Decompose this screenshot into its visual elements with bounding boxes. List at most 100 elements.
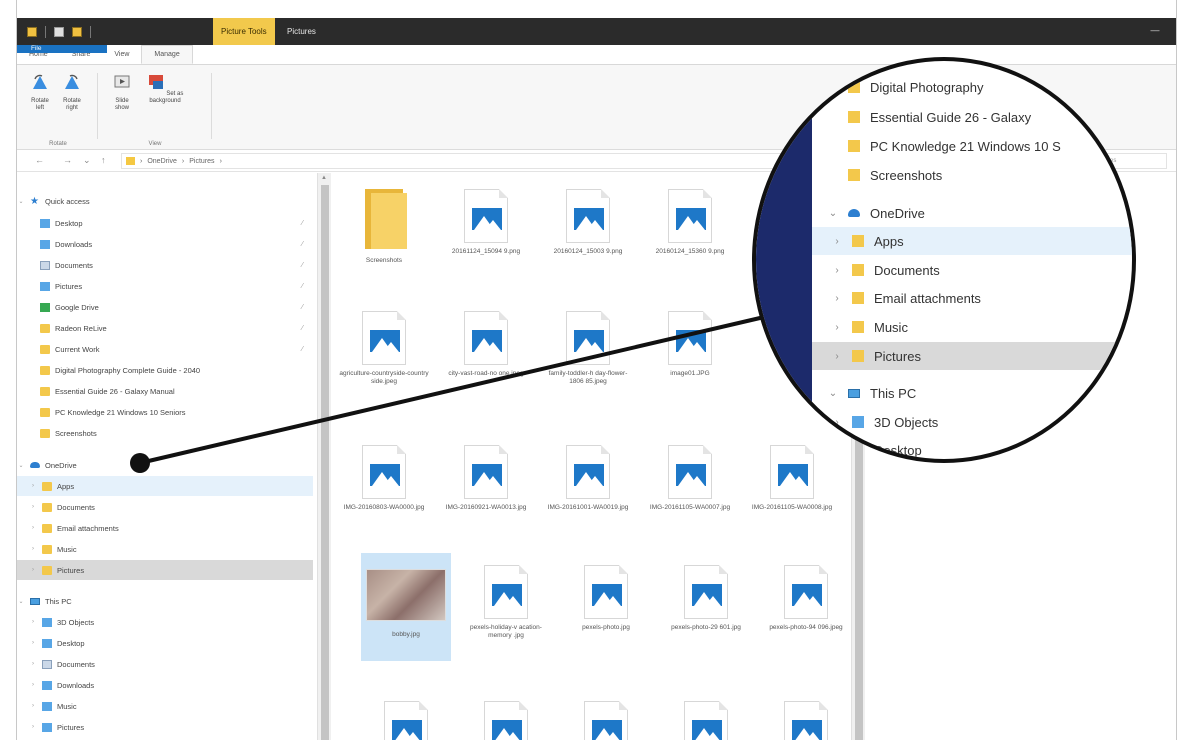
sidebar-item-pc-knowledge[interactable]: PC Knowledge 21 Windows 10 Seniors: [17, 402, 313, 422]
chevron-down-icon[interactable]: ⌄: [17, 462, 25, 469]
sidebar-item-onedrive-documents[interactable]: › Documents: [17, 497, 313, 517]
sidebar-item-pc-pictures[interactable]: › Pictures: [17, 717, 313, 737]
file-item[interactable]: [561, 701, 651, 740]
file-item[interactable]: IMG-20160803-WA0000.jpg: [339, 445, 429, 512]
file-item[interactable]: 20160124_15360 9.png: [645, 189, 735, 256]
scrollbar-thumb[interactable]: [321, 185, 329, 740]
file-item[interactable]: agriculture-countryside-country side.jpe…: [339, 311, 429, 386]
pin-icon[interactable]: ⁄: [302, 346, 303, 353]
file-item[interactable]: pexels-photo-29 601.jpg: [661, 565, 751, 632]
forward-button[interactable]: →: [63, 155, 72, 165]
quick-access-node[interactable]: ⌄ ★ Quick access: [17, 191, 313, 211]
sidebar-item-radeon-relive[interactable]: Radeon ReLive ⁄: [17, 318, 313, 338]
sidebar-item-onedrive-pictures[interactable]: › Pictures: [17, 560, 313, 580]
file-item[interactable]: 20160124_15003 9.png: [543, 189, 633, 256]
rotate-right-button[interactable]: Rotate right: [59, 73, 85, 112]
file-item[interactable]: [761, 701, 851, 740]
file-item[interactable]: pexels-photo.jpg: [561, 565, 651, 632]
image-file-icon: [784, 565, 828, 619]
pin-icon[interactable]: ⁄: [302, 304, 303, 311]
path-segment-onedrive[interactable]: OneDrive: [147, 158, 177, 165]
set-as-background-button[interactable]: Set as background: [145, 73, 185, 105]
this-pc-node[interactable]: ⌄ This PC: [17, 591, 313, 611]
file-item[interactable]: [661, 701, 751, 740]
chevron-right-icon[interactable]: ›: [29, 661, 37, 667]
chevron-right-icon[interactable]: ›: [29, 682, 37, 688]
recent-locations-button[interactable]: ⌄: [83, 155, 91, 166]
sidebar-item-pc-documents[interactable]: › Documents: [17, 654, 313, 674]
file-item[interactable]: IMG-20161001-WA0019.jpg: [543, 445, 633, 512]
sidebar-item-3d-objects[interactable]: › 3D Objects: [17, 612, 313, 632]
sidebar-item-downloads[interactable]: Downloads ⁄: [17, 234, 313, 254]
tab-file[interactable]: File: [17, 45, 107, 53]
pin-icon[interactable]: ⁄: [302, 262, 303, 269]
file-item[interactable]: [361, 701, 451, 740]
file-item[interactable]: 20161124_15094 9.png: [441, 189, 531, 256]
sidebar-item-desktop[interactable]: Desktop ⁄: [17, 213, 313, 233]
minimize-button[interactable]: —: [1148, 23, 1162, 37]
new-folder-icon[interactable]: [72, 26, 82, 37]
chevron-right-icon: ›: [835, 292, 839, 304]
file-item[interactable]: pexels-holiday-v acation-memory .jpg: [461, 565, 551, 640]
onedrive-node[interactable]: ⌄ OneDrive: [17, 455, 313, 475]
file-item[interactable]: [461, 701, 551, 740]
file-item-screenshots-folder[interactable]: Screenshots: [339, 189, 429, 265]
chevron-down-icon[interactable]: ⌄: [17, 598, 25, 605]
tab-view[interactable]: View: [102, 45, 141, 64]
image-file-icon: [668, 311, 712, 365]
pin-icon[interactable]: ⁄: [302, 283, 303, 290]
chevron-right-icon[interactable]: ›: [29, 546, 37, 552]
sidebar-item-pc-downloads[interactable]: › Downloads: [17, 675, 313, 695]
folder-icon: [852, 321, 864, 333]
chevron-right-icon[interactable]: ›: [29, 619, 37, 625]
pin-icon[interactable]: ⁄: [302, 241, 303, 248]
chevron-right-icon[interactable]: ›: [29, 525, 37, 531]
sidebar-item-documents[interactable]: Documents ⁄: [17, 255, 313, 275]
folder-icon: [40, 386, 50, 396]
magnified-item-label: PC Knowledge 21 Windows 10 S: [870, 138, 1061, 154]
rotate-left-button[interactable]: Rotate left: [27, 73, 53, 112]
file-name: 20161124_15094 9.png: [451, 248, 521, 255]
file-item[interactable]: IMG-20161105-WA0007.jpg: [645, 445, 735, 512]
tab-manage[interactable]: Manage: [141, 45, 193, 64]
chevron-right-icon[interactable]: ›: [29, 640, 37, 646]
picture-tools-tab[interactable]: Picture Tools: [213, 18, 275, 45]
magnified-item-desktop: › Desktop: [812, 436, 1132, 459]
sidebar-item-music[interactable]: › Music: [17, 539, 313, 559]
file-item[interactable]: family-toddler-h day-flower-1806 85.jpeg: [543, 311, 633, 386]
file-item[interactable]: IMG-20160921-WA0013.jpg: [441, 445, 531, 512]
sidebar-item-pc-music[interactable]: › Music: [17, 696, 313, 716]
up-button[interactable]: ↑: [101, 155, 106, 165]
sidebar-item-screenshots[interactable]: Screenshots: [17, 423, 313, 443]
sidebar-item-essential-guide[interactable]: Essential Guide 26 - Galaxy Manual: [17, 381, 313, 401]
sidebar-item-digital-photography[interactable]: Digital Photography Complete Guide - 204…: [17, 360, 313, 380]
file-item[interactable]: image01.JPG: [645, 311, 735, 378]
navigation-scrollbar[interactable]: ▲: [317, 173, 331, 740]
pin-icon[interactable]: ⁄: [302, 325, 303, 332]
sidebar-item-google-drive[interactable]: Google Drive ⁄: [17, 297, 313, 317]
chevron-right-icon[interactable]: ›: [29, 504, 37, 510]
file-item[interactable]: city-vast-road-no one.jpeg: [441, 311, 531, 378]
back-button[interactable]: ←: [35, 155, 44, 165]
slide-show-button[interactable]: Slide show: [109, 73, 135, 112]
file-item[interactable]: pexels-photo-94 096.jpeg: [761, 565, 851, 632]
sidebar-item-email-attachments[interactable]: › Email attachments: [17, 518, 313, 538]
sidebar-item-current-work[interactable]: Current Work ⁄: [17, 339, 313, 359]
path-separator: ›: [140, 157, 143, 165]
chevron-right-icon: ›: [835, 235, 839, 247]
sidebar-item-pc-desktop[interactable]: › Desktop: [17, 633, 313, 653]
file-name: IMG-20161105-WA0007.jpg: [649, 504, 731, 511]
pin-icon[interactable]: ⁄: [302, 220, 303, 227]
sidebar-item-pictures[interactable]: Pictures ⁄: [17, 276, 313, 296]
scroll-up-icon[interactable]: ▲: [321, 175, 327, 181]
chevron-right-icon[interactable]: ›: [29, 724, 37, 730]
chevron-down-icon[interactable]: ⌄: [17, 198, 25, 205]
chevron-right-icon[interactable]: ›: [29, 567, 37, 573]
chevron-right-icon[interactable]: ›: [29, 703, 37, 709]
file-item-selected[interactable]: bobby.jpg: [361, 553, 451, 661]
chevron-right-icon[interactable]: ›: [29, 483, 37, 489]
sidebar-item-apps[interactable]: › Apps: [17, 476, 313, 496]
sidebar-item-label: Digital Photography Complete Guide - 204…: [55, 365, 201, 375]
properties-icon[interactable]: [54, 26, 64, 37]
path-segment-pictures[interactable]: Pictures: [189, 158, 214, 165]
